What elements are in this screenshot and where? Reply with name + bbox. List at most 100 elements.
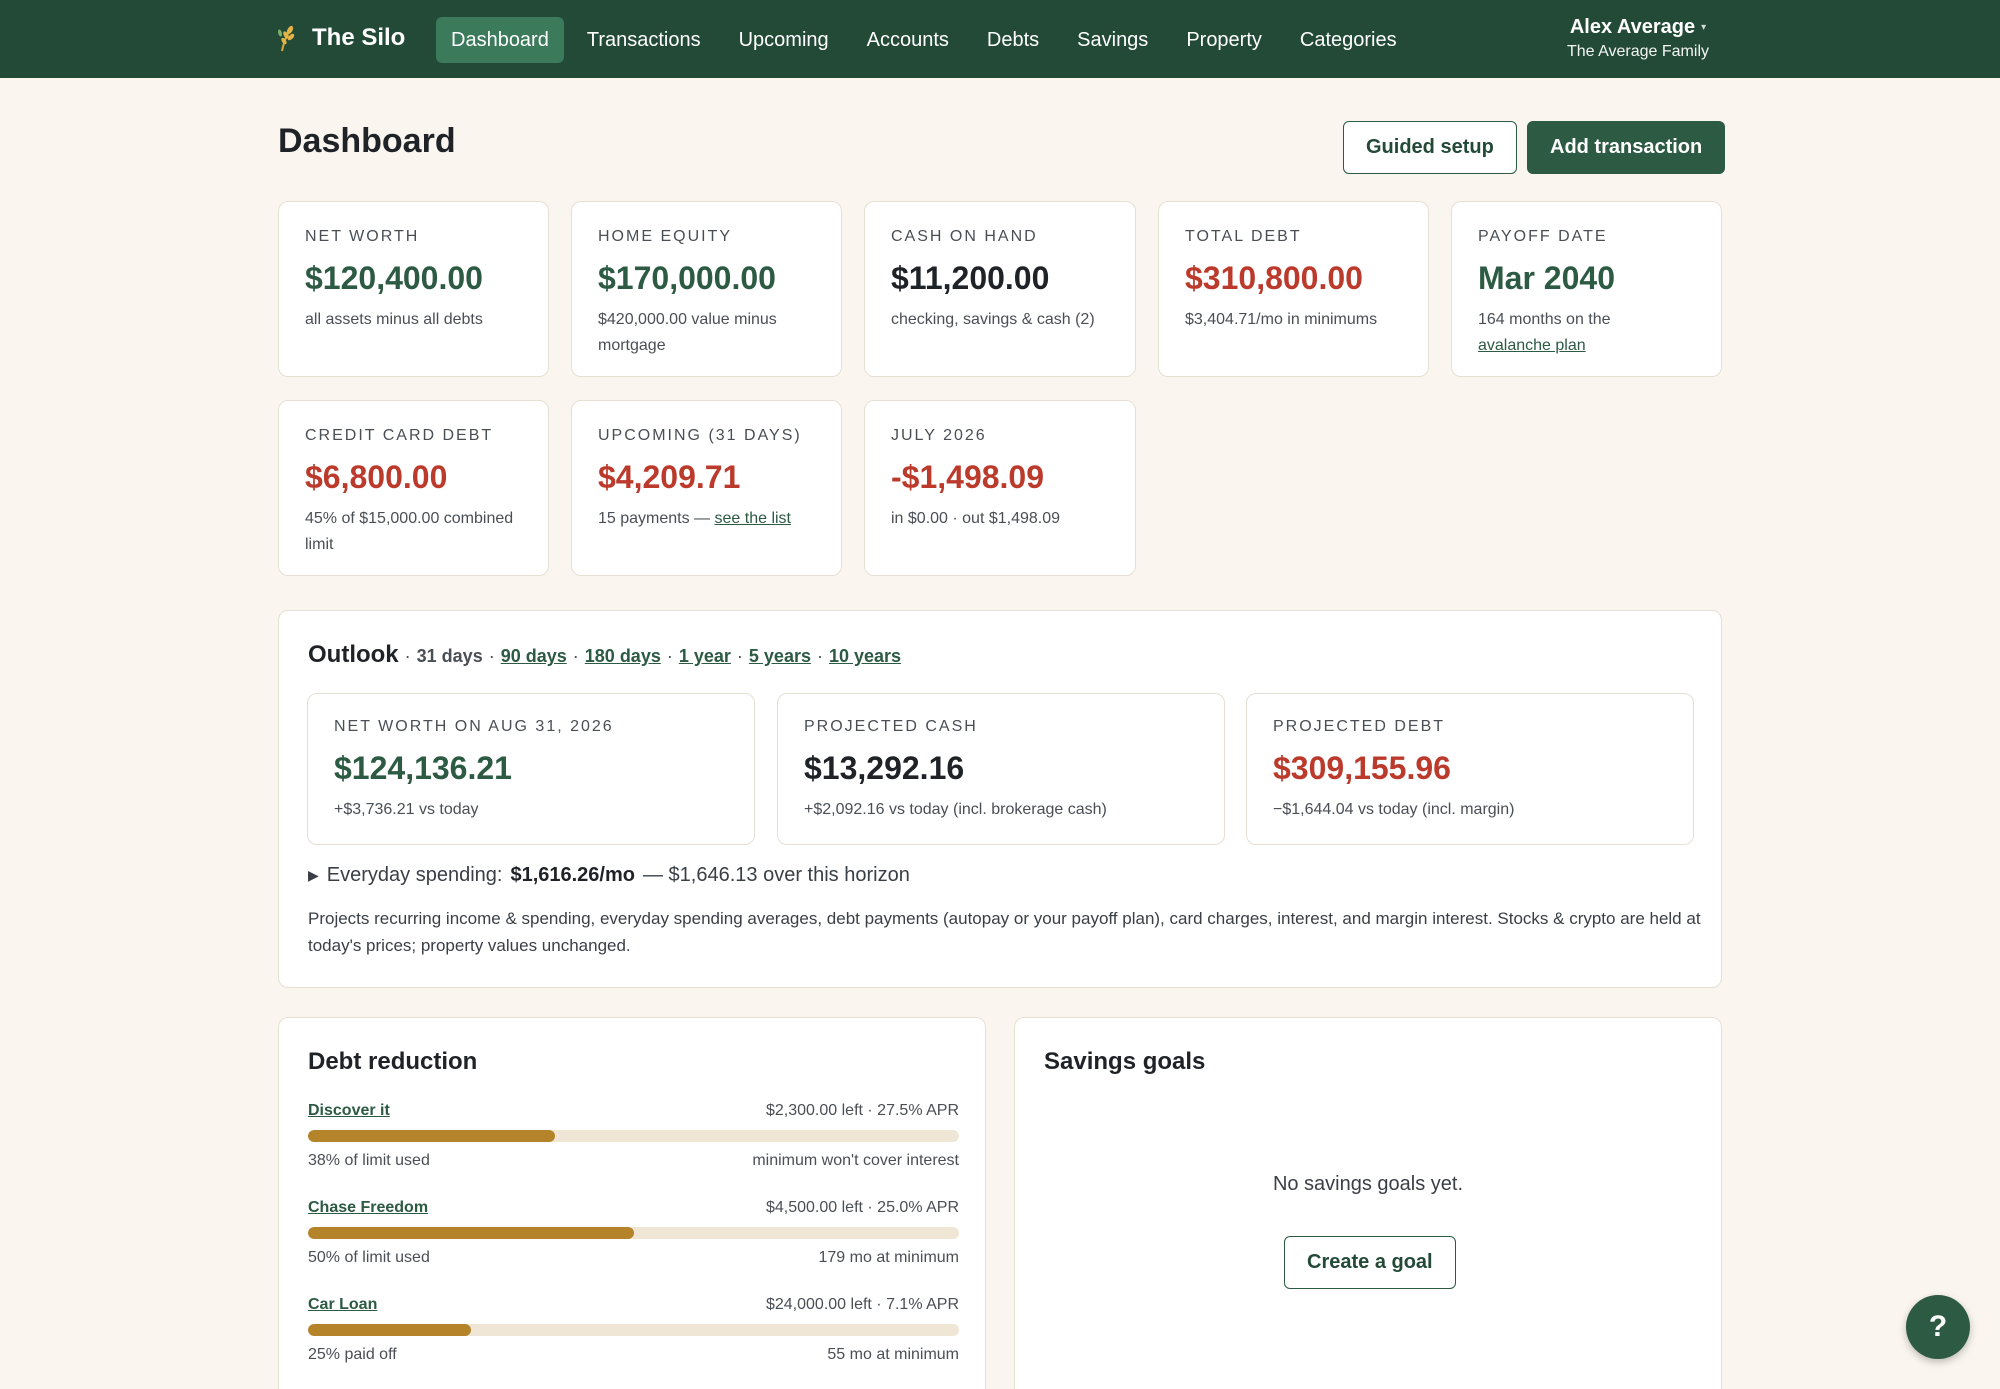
stat-card-upcoming: UPCOMING (31 DAYS) $4,209.71 15 payments…: [571, 400, 842, 576]
stat-card-home-equity: HOME EQUITY $170,000.00 $420,000.00 valu…: [571, 201, 842, 377]
wheat-icon: [278, 25, 295, 52]
user-name: Alex Average: [1569, 16, 1696, 38]
stat-card-payoff-date: PAYOFF DATE Mar 2040 164 months on the a…: [1451, 201, 1722, 377]
separator: ·: [572, 646, 579, 666]
debt-left-note: 50% of limit used: [308, 1249, 430, 1266]
debt-item: Chase Freedom $4,500.00 left · 25.0% APR…: [308, 1199, 959, 1267]
nav-upcoming[interactable]: Upcoming: [724, 17, 844, 63]
debt-reduction-title: Debt reduction: [308, 1048, 478, 1075]
stat-value: $170,000.00: [598, 260, 776, 296]
range-10-years-link[interactable]: 10 years: [829, 646, 901, 667]
debt-right-note: minimum won't cover interest: [752, 1152, 959, 1169]
stat-sub: in $0.00 · out $1,498.09: [891, 510, 1061, 527]
stat-label: NET WORTH ON AUG 31, 2026: [334, 718, 614, 735]
stat-label: PAYOFF DATE: [1478, 228, 1608, 245]
stat-sub: 45% of $15,000.00 combined limit: [305, 510, 514, 553]
stat-sub-text: 164 months on the: [1478, 311, 1611, 328]
stat-sub: 15 payments — see the list: [598, 506, 815, 532]
stat-value: -$1,498.09: [891, 459, 1045, 495]
separator: ·: [404, 646, 411, 666]
debt-progress-fill: [308, 1227, 634, 1239]
debt-progress-fill: [308, 1130, 556, 1142]
stat-card-cash-on-hand: CASH ON HAND $11,200.00 checking, saving…: [864, 201, 1136, 377]
nav-categories[interactable]: Categories: [1285, 17, 1412, 63]
debt-progress-bar: [308, 1227, 959, 1239]
separator: ·: [666, 646, 673, 666]
stat-sub: +$3,736.21 vs today: [334, 801, 479, 818]
stat-value: $310,800.00: [1185, 260, 1363, 296]
nav-property[interactable]: Property: [1171, 17, 1277, 63]
projection-debt: PROJECTED DEBT $309,155.96 −$1,644.04 vs…: [1246, 693, 1694, 845]
debt-progress-bar: [308, 1324, 959, 1336]
stat-sub: checking, savings & cash (2): [891, 311, 1095, 328]
nav-accounts[interactable]: Accounts: [852, 17, 964, 63]
stat-label: CASH ON HAND: [891, 228, 1038, 245]
user-menu[interactable]: Alex Average ▾ The Average Family: [1567, 16, 1709, 61]
debt-progress-fill: [308, 1324, 471, 1336]
outlook-panel: Outlook · 31 days · 90 days · 180 days ·…: [278, 610, 1722, 988]
debt-balance: $2,300.00 left · 27.5% APR: [765, 1102, 959, 1119]
guided-setup-button[interactable]: Guided setup: [1343, 121, 1517, 174]
create-goal-button[interactable]: Create a goal: [1284, 1236, 1456, 1289]
debt-right-note: 179 mo at minimum: [818, 1249, 960, 1266]
main-nav: Dashboard Transactions Upcoming Accounts…: [436, 17, 1412, 63]
debt-name-link[interactable]: Discover it: [308, 1102, 390, 1120]
brand-name: The Silo: [312, 24, 406, 51]
savings-goals-panel: Savings goals No savings goals yet. Crea…: [1014, 1017, 1722, 1389]
range-180-days-link[interactable]: 180 days: [585, 646, 661, 667]
separator: ·: [816, 646, 823, 666]
brand[interactable]: The Silo: [276, 20, 405, 56]
nav-debts[interactable]: Debts: [972, 17, 1054, 63]
stat-value: $13,292.16: [804, 750, 965, 786]
separator: ·: [488, 646, 495, 666]
debt-balance: $4,500.00 left · 25.0% APR: [765, 1199, 959, 1216]
debt-name-link[interactable]: Car Loan: [308, 1296, 377, 1314]
stat-card-net-worth: NET WORTH $120,400.00 all assets minus a…: [278, 201, 549, 377]
savings-empty-message: No savings goals yet.: [1272, 1173, 1464, 1195]
everyday-spending-toggle[interactable]: ▶ Everyday spending: $1,616.26/mo — $1,6…: [308, 864, 910, 887]
debt-reduction-panel: Debt reduction Discover it $2,300.00 lef…: [278, 1017, 986, 1389]
stat-label: PROJECTED DEBT: [1273, 718, 1446, 735]
top-nav-bar: The Silo Dashboard Transactions Upcoming…: [0, 0, 2000, 78]
debt-item: Discover it $2,300.00 left · 27.5% APR 3…: [308, 1102, 959, 1170]
projection-cash: PROJECTED CASH $13,292.16 +$2,092.16 vs …: [777, 693, 1225, 845]
user-family: The Average Family: [1567, 43, 1709, 60]
debt-name-link[interactable]: Chase Freedom: [308, 1199, 428, 1217]
everyday-prefix: Everyday spending:: [326, 864, 503, 886]
stat-card-month: JULY 2026 -$1,498.09 in $0.00 · out $1,4…: [864, 400, 1136, 576]
stat-label: HOME EQUITY: [598, 228, 733, 245]
range-90-days-link[interactable]: 90 days: [501, 646, 567, 667]
stat-value: Mar 2040: [1478, 260, 1615, 296]
stat-card-credit-card-debt: CREDIT CARD DEBT $6,800.00 45% of $15,00…: [278, 400, 549, 576]
user-name-row: Alex Average ▾: [1567, 16, 1709, 39]
range-31-days: 31 days: [416, 646, 483, 666]
avalanche-plan-link[interactable]: avalanche plan: [1478, 337, 1586, 354]
nav-savings[interactable]: Savings: [1062, 17, 1163, 63]
stat-sub: 164 months on the avalanche plan: [1478, 307, 1695, 358]
nav-transactions[interactable]: Transactions: [572, 17, 716, 63]
see-the-list-link[interactable]: see the list: [715, 510, 791, 527]
range-5-years-link[interactable]: 5 years: [749, 646, 811, 667]
stat-label: JULY 2026: [891, 427, 987, 444]
range-1-year-link[interactable]: 1 year: [679, 646, 731, 667]
stat-label: PROJECTED CASH: [804, 718, 978, 735]
everyday-amount: $1,616.26/mo: [510, 864, 635, 886]
help-icon[interactable]: ?: [1906, 1295, 1970, 1359]
add-transaction-button[interactable]: Add transaction: [1527, 121, 1726, 174]
stat-value: $309,155.96: [1273, 750, 1451, 786]
debt-progress-bar: [308, 1130, 959, 1142]
stat-label: NET WORTH: [305, 228, 420, 245]
nav-dashboard[interactable]: Dashboard: [436, 17, 564, 63]
stat-value: $11,200.00: [891, 260, 1050, 296]
stat-sub: +$2,092.16 vs today (incl. brokerage cas…: [804, 801, 1107, 818]
debt-balance: $24,000.00 left · 7.1% APR: [765, 1296, 959, 1313]
savings-goals-title: Savings goals: [1044, 1048, 1206, 1075]
stat-label: CREDIT CARD DEBT: [305, 427, 494, 444]
debt-left-note: 25% paid off: [308, 1346, 397, 1363]
stat-label: UPCOMING (31 DAYS): [598, 427, 802, 444]
separator: ·: [736, 646, 743, 666]
stat-value: $120,400.00: [305, 260, 483, 296]
stat-sub-text: 15 payments —: [598, 510, 711, 527]
stat-value: $6,800.00: [305, 459, 448, 495]
debt-right-note: 55 mo at minimum: [827, 1346, 959, 1363]
